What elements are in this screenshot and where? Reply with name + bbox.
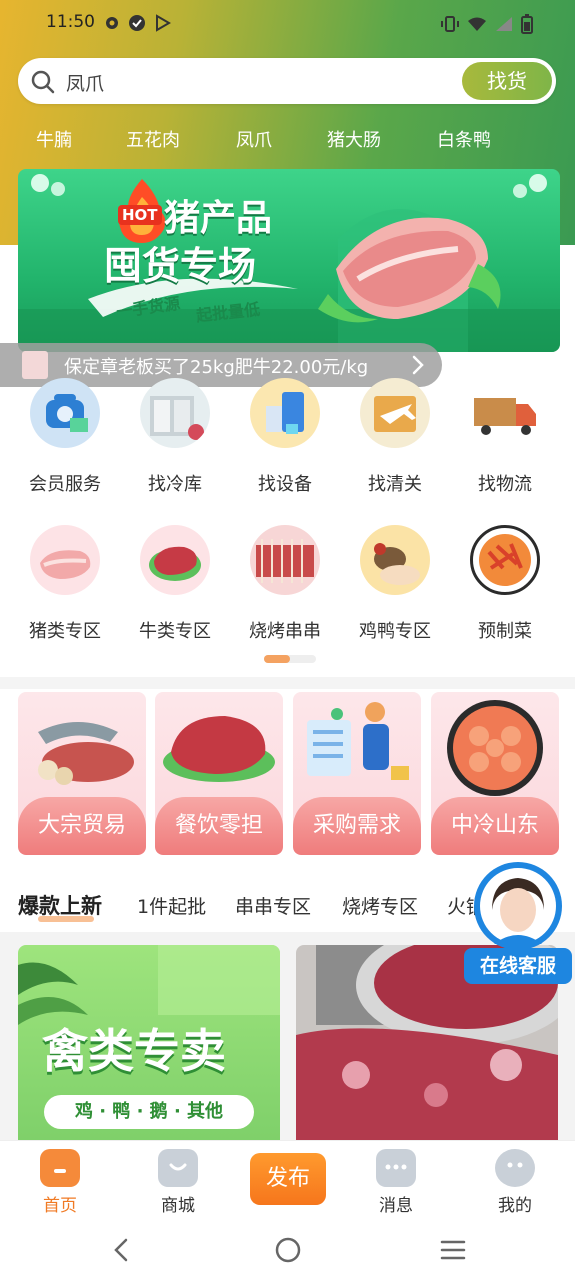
phone-icon [30,378,100,448]
ticker-text: 保定章老板买了25kg肥牛22.00元/kg [64,357,369,378]
chevron-right-icon [412,355,424,375]
tab-bbq-zone[interactable]: 烧烤专区 [342,892,418,919]
product-title: 禽类专卖 [42,1024,226,1078]
recents-menu-icon[interactable] [440,1238,466,1262]
battery-icon [521,14,533,34]
profile-icon [495,1149,535,1187]
clipboard-worker-icon [307,702,409,780]
prepared-dish-icon [470,525,540,595]
chat-icon [376,1149,416,1187]
service-label: 找冷库 [148,474,202,495]
nav-label: 消息 [379,1196,413,1216]
nav-home[interactable]: 首页 [20,1149,100,1216]
check-circle-icon [129,15,145,31]
service-equipment[interactable]: 找设备 [235,378,335,496]
tab-skewer-zone[interactable]: 串串专区 [235,892,311,919]
card-catering[interactable]: 餐饮零担 [155,692,283,855]
back-icon[interactable] [110,1238,134,1262]
service-member[interactable]: 会员服务 [15,378,115,496]
equipment-icon [250,378,320,448]
quick-tags: 牛腩 五花肉 凤爪 猪大肠 白条鸭 [0,126,575,154]
category-label: 猪类专区 [29,621,101,642]
service-label: 会员服务 [29,474,101,495]
find-goods-button[interactable]: 找货 [462,62,552,100]
truck-icon [470,378,540,448]
card-label: 中冷山东 [431,797,559,855]
category-beef[interactable]: 牛类专区 [125,525,225,643]
ticker-thumbnail [22,351,48,379]
category-label: 烧烤串串 [249,621,321,642]
tab-hot-new[interactable]: 爆款上新 [18,890,102,920]
status-bar: 11:50 [0,0,575,46]
home-icon [40,1149,80,1187]
play-store-icon [156,14,171,32]
publish-button[interactable]: 发布 [250,1153,326,1205]
category-poultry[interactable]: 鸡鸭专区 [345,525,445,643]
system-nav-bar [0,1220,575,1280]
poultry-icon [360,525,430,595]
quick-tag[interactable]: 牛腩 [36,126,72,152]
settings-gear-icon [106,17,118,29]
seafood-meat-icon [38,722,134,785]
wifi-icon [468,17,486,31]
category-pork[interactable]: 猪类专区 [15,525,115,643]
quick-tag[interactable]: 凤爪 [236,126,272,152]
card-label: 餐饮零担 [155,797,283,855]
status-time: 11:50 [46,12,95,32]
section-divider [0,677,575,689]
banner-title-line1: 猪产品 [164,198,273,239]
agent-avatar-icon [474,862,562,950]
nav-label: 我的 [498,1196,532,1216]
vibrate-icon [441,16,459,32]
online-service-label: 在线客服 [464,948,572,984]
online-service-button[interactable]: 在线客服 [462,860,574,988]
banner-title-line2: 囤货专场 [104,244,257,288]
search-icon [31,70,55,94]
cold-storage-icon [140,378,210,448]
card-label: 采购需求 [293,797,421,855]
shrimp-icon [447,700,543,796]
category-label: 预制菜 [478,621,532,642]
pork-icon [30,525,100,595]
service-logistics[interactable]: 找物流 [455,378,555,496]
skewer-icon [250,525,320,595]
product-subtitle: 鸡 · 鸭 · 鹅 · 其他 [44,1095,254,1129]
search-input[interactable]: 凤爪 [66,69,104,96]
service-label: 找物流 [478,474,532,495]
quick-tag[interactable]: 五花肉 [126,126,180,152]
service-cold-storage[interactable]: 找冷库 [125,378,225,496]
tab-single-batch[interactable]: 1件起批 [137,892,206,919]
search-bar[interactable]: 凤爪 找货 [18,58,556,104]
grid-pager [264,655,316,663]
category-label: 牛类专区 [139,621,211,642]
home-circle-icon[interactable] [274,1236,302,1264]
service-customs[interactable]: 找清关 [345,378,445,496]
quick-tag[interactable]: 猪大肠 [327,126,381,152]
service-label: 找设备 [258,474,312,495]
nav-label: 商城 [161,1196,195,1216]
nav-mine[interactable]: 我的 [475,1149,555,1216]
card-zhongleng-shandong[interactable]: 中冷山东 [431,692,559,855]
category-label: 鸡鸭专区 [359,621,431,642]
card-bulk-trade[interactable]: 大宗贸易 [18,692,146,855]
bag-icon [158,1149,198,1187]
category-skewer[interactable]: 烧烤串串 [235,525,335,643]
customs-icon [360,378,430,448]
card-purchase-demand[interactable]: 采购需求 [293,692,421,855]
category-prepared[interactable]: 预制菜 [455,525,555,643]
nav-messages[interactable]: 消息 [356,1149,436,1216]
beef-icon [140,525,210,595]
card-label: 大宗贸易 [18,797,146,855]
signal-icon [496,17,512,31]
promo-banner[interactable]: HOT 猪产品 囤货专场 一手货源 起批量低 [18,169,560,352]
steak-icon [163,716,275,782]
quick-tag[interactable]: 白条鸭 [437,126,491,152]
bottom-nav: 首页 商城 发布 消息 我的 [0,1140,575,1220]
service-label: 找清关 [368,474,422,495]
hot-badge: HOT [118,205,162,225]
nav-mall[interactable]: 商城 [138,1149,218,1216]
nav-label: 首页 [43,1196,77,1216]
banner-art [18,174,560,352]
product-card[interactable]: 禽类专卖 鸡 · 鸭 · 鹅 · 其他 [18,945,280,1140]
